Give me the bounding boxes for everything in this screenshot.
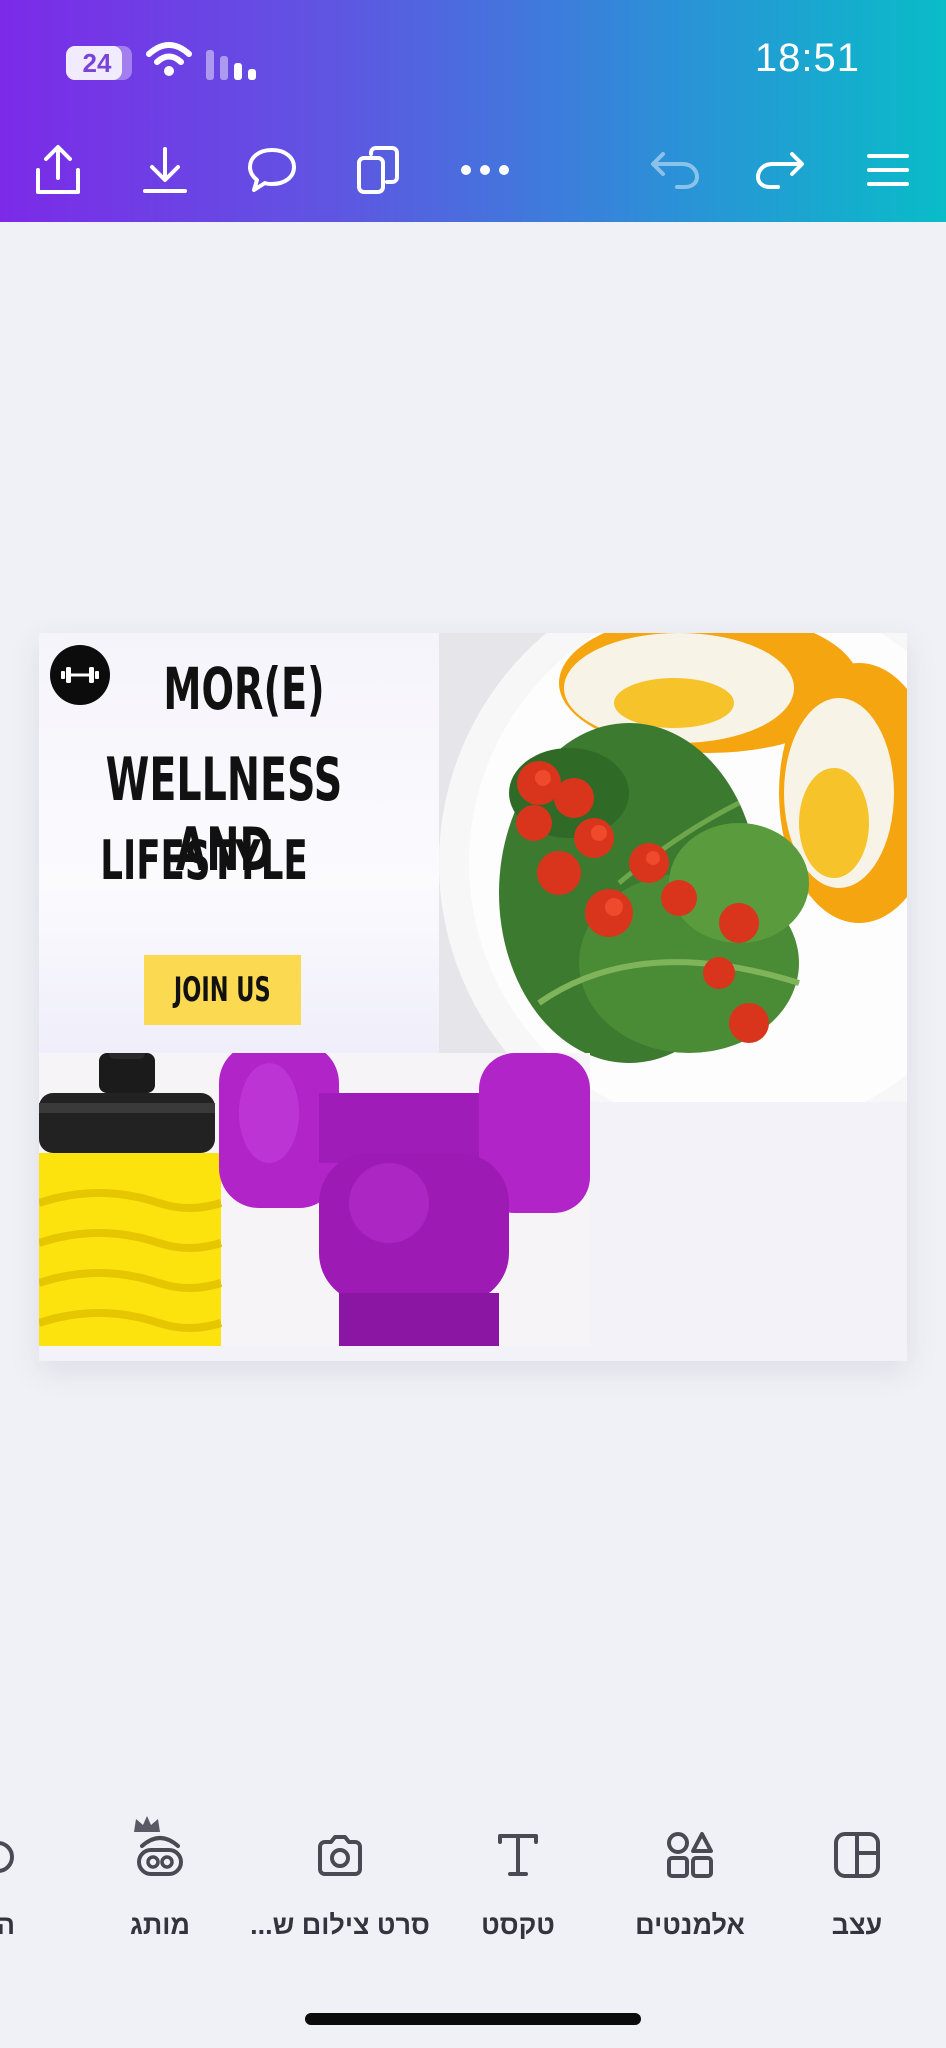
headline-line-3[interactable]: LIFESTYLE: [82, 829, 326, 892]
tool-upload-label: הע: [0, 1910, 15, 1940]
text-panel: MOR(E) WELLNESS AND LIFESTYLE JOIN US: [39, 633, 439, 1053]
tool-elements-label: אלמנטים: [635, 1910, 745, 1940]
logo-badge[interactable]: [50, 645, 110, 705]
camera-icon: [318, 1835, 362, 1876]
join-us-label: JOIN US: [174, 970, 271, 1010]
menu-icon: [867, 154, 909, 186]
canva-editor-screen: 24 18:51 MOR(E) WELLNESS AND LIFESTYLE J…: [0, 0, 946, 2048]
status-bar: 24 18:51: [0, 0, 946, 120]
dumbbell-bottle-photo[interactable]: [39, 1053, 590, 1346]
brand-icon: [137, 1836, 183, 1876]
wifi-icon: [146, 42, 192, 76]
more-options-button[interactable]: [455, 140, 515, 200]
tool-camera-roll-label: סרט צילום ש...: [250, 1910, 430, 1940]
duplicate-button[interactable]: [348, 140, 408, 200]
tool-design[interactable]: עצב: [822, 1810, 892, 1960]
tool-text-label: טקסט: [481, 1910, 555, 1940]
tool-elements[interactable]: אלמנטים: [630, 1810, 750, 1960]
design-canvas[interactable]: MOR(E) WELLNESS AND LIFESTYLE JOIN US: [39, 633, 907, 1361]
bottom-toolbar: עצב אלמנטים טקסט סרט צילום ש... מותג ה: [0, 1810, 946, 1960]
tool-camera-roll[interactable]: סרט צילום ש...: [250, 1810, 430, 1960]
cellular-signal-icon: [206, 50, 256, 80]
comment-icon: [248, 148, 296, 192]
share-button[interactable]: [28, 140, 88, 200]
status-time: 18:51: [754, 36, 860, 80]
elements-icon: [667, 1832, 713, 1878]
menu-button[interactable]: [858, 140, 918, 200]
redo-icon: [756, 152, 804, 189]
salad-photo[interactable]: [439, 633, 907, 1102]
crown-icon: [134, 1816, 160, 1832]
join-us-button[interactable]: JOIN US: [144, 955, 301, 1025]
editor-header: 24 18:51: [0, 0, 946, 222]
tool-brand[interactable]: מותג: [120, 1810, 200, 1960]
home-indicator[interactable]: [305, 2013, 641, 2025]
share-icon: [36, 145, 80, 194]
comment-button[interactable]: [242, 140, 302, 200]
download-button[interactable]: [135, 140, 195, 200]
undo-icon: [651, 152, 699, 189]
tool-text[interactable]: טקסט: [470, 1810, 566, 1960]
battery-indicator: 24: [66, 46, 132, 80]
editor-toolbar: [0, 120, 946, 222]
tool-design-label: עצב: [831, 1910, 883, 1940]
upload-icon: [0, 1841, 14, 1873]
text-icon: [498, 1834, 538, 1876]
battery-level: 24: [82, 48, 112, 78]
tool-brand-label: מותג: [129, 1910, 191, 1940]
headline-line-1[interactable]: MOR(E): [122, 655, 366, 723]
tool-upload[interactable]: הע: [0, 1810, 40, 1960]
redo-button[interactable]: [750, 140, 810, 200]
duplicate-icon: [357, 146, 399, 194]
design-icon: [834, 1832, 880, 1878]
undo-button[interactable]: [645, 140, 705, 200]
download-icon: [143, 147, 187, 193]
dumbbell-icon: [61, 667, 99, 683]
more-icon: [461, 165, 509, 175]
